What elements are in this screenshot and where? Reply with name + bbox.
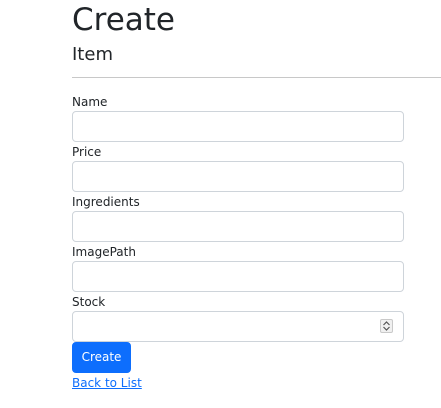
page-title: Create bbox=[72, 2, 176, 38]
image-path-input[interactable] bbox=[72, 261, 404, 292]
image-path-label: ImagePath bbox=[72, 245, 136, 259]
ingredients-input[interactable] bbox=[72, 211, 404, 242]
back-to-list-link[interactable]: Back to List bbox=[72, 376, 142, 391]
price-label: Price bbox=[72, 145, 102, 159]
ingredients-label: Ingredients bbox=[72, 195, 140, 209]
header-divider bbox=[72, 77, 441, 78]
create-button[interactable]: Create bbox=[72, 342, 131, 373]
number-spinner-icon[interactable] bbox=[380, 319, 393, 333]
price-input[interactable] bbox=[72, 161, 404, 192]
page-subtitle: Item bbox=[72, 44, 113, 65]
name-label: Name bbox=[72, 95, 108, 109]
spinner-arrows-icon bbox=[383, 321, 390, 331]
stock-input[interactable] bbox=[72, 311, 404, 342]
create-item-page: Create Item Name Price Ingredients Image… bbox=[0, 0, 441, 408]
stock-label: Stock bbox=[72, 295, 106, 309]
name-input[interactable] bbox=[72, 111, 404, 142]
